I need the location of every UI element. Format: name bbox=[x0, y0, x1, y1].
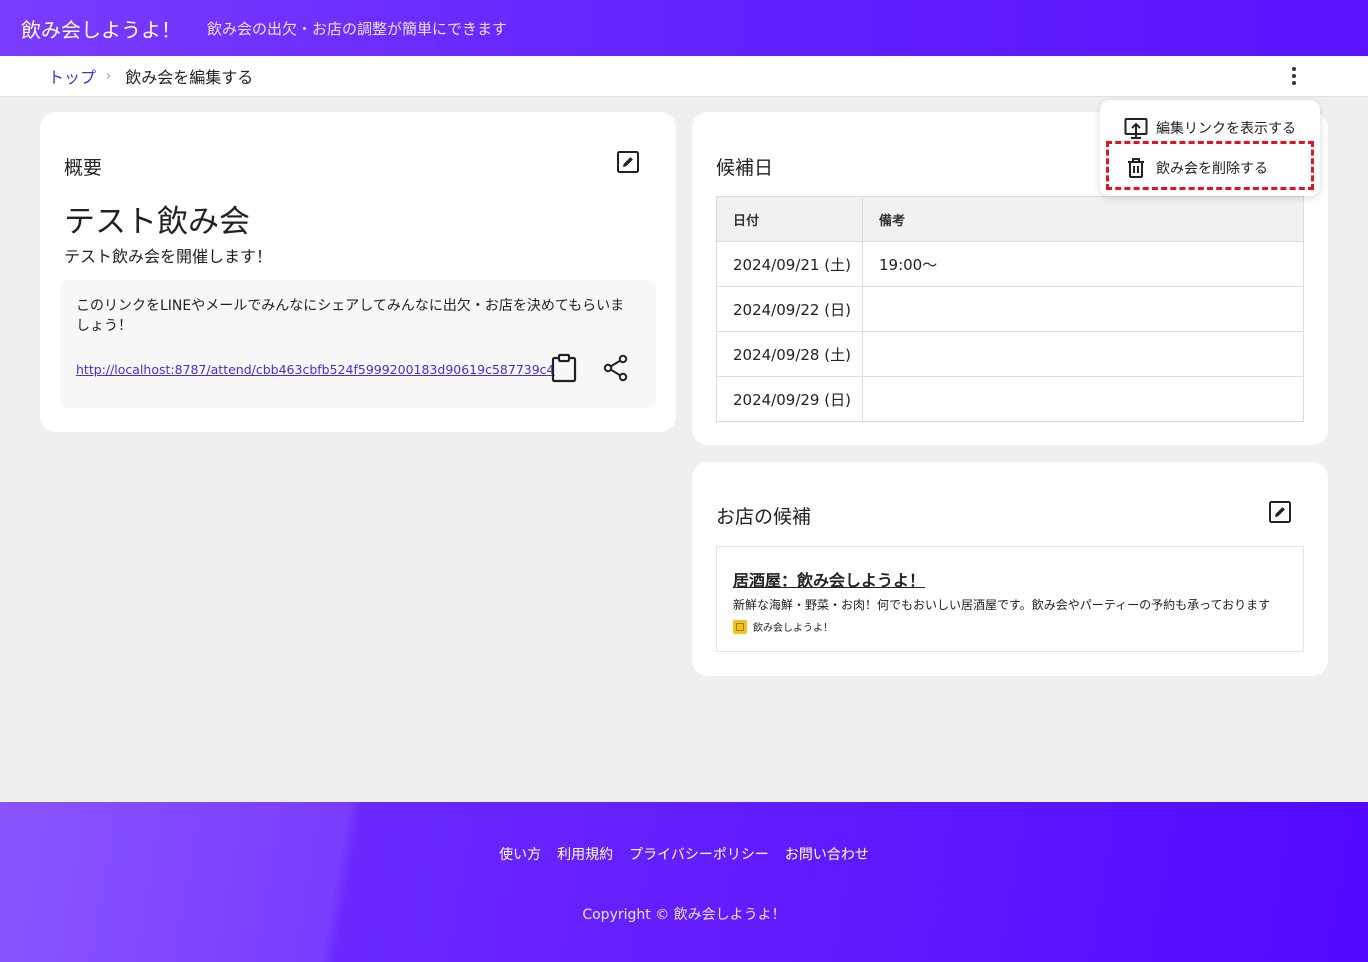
dates-title: 候補日 bbox=[716, 157, 774, 179]
table-header-row: 日付 備考 bbox=[716, 196, 1304, 242]
date-cell: 2024/09/28 (土) bbox=[716, 331, 863, 377]
app-tagline: 飲み会の出欠・お店の調整が簡単にできます bbox=[207, 19, 508, 38]
table-row: 2024/09/28 (土) bbox=[716, 331, 1304, 377]
note-cell bbox=[862, 376, 1304, 422]
breadcrumb-separator: › bbox=[106, 68, 112, 84]
dates-table: 日付 備考 2024/09/21 (土) 19:00～ 2024/09/22 (… bbox=[716, 196, 1304, 422]
note-cell bbox=[862, 286, 1304, 332]
date-cell: 2024/09/29 (日) bbox=[716, 376, 863, 422]
note-cell bbox=[862, 331, 1304, 377]
table-row: 2024/09/22 (日) bbox=[716, 286, 1304, 332]
share-icon bbox=[603, 354, 628, 382]
footer-link-contact[interactable]: お問い合わせ bbox=[785, 844, 869, 864]
app-title[interactable]: 飲み会しようよ！ bbox=[21, 14, 181, 43]
footer: 使い方 利用規約 プライバシーポリシー お問い合わせ Copyright © 飲… bbox=[0, 802, 1368, 962]
overview-title: 概要 bbox=[64, 157, 103, 179]
shop-name-link[interactable]: 居酒屋：飲み会しようよ！ bbox=[733, 567, 925, 591]
note-cell: 19:00～ bbox=[862, 241, 1304, 287]
present-link-icon bbox=[1124, 116, 1148, 140]
edit-shops-button[interactable] bbox=[1267, 499, 1293, 525]
menu-item-show-edit-link[interactable]: 編集リンクを表示する bbox=[1124, 114, 1296, 142]
trash-icon bbox=[1124, 156, 1148, 180]
footer-link-terms[interactable]: 利用規約 bbox=[557, 844, 613, 864]
shop-source: 飲み会しようよ！ bbox=[733, 619, 833, 634]
edit-overview-button[interactable] bbox=[615, 149, 641, 175]
share-button[interactable] bbox=[602, 354, 630, 382]
table-row: 2024/09/21 (土) 19:00～ bbox=[716, 241, 1304, 287]
clipboard-icon bbox=[551, 353, 577, 383]
share-url-link[interactable]: http://localhost:8787/attend/cbb463cbfb5… bbox=[76, 362, 555, 377]
shops-card: お店の候補 居酒屋：飲み会しようよ！ 新鮮な海鮮・野菜・お肉！何でもおいしい居酒… bbox=[692, 462, 1328, 676]
shop-item: 居酒屋：飲み会しようよ！ 新鮮な海鮮・野菜・お肉！何でもおいしい居酒屋です。飲み… bbox=[716, 546, 1304, 652]
copyright: Copyright © 飲み会しようよ！ bbox=[582, 907, 786, 923]
source-site-icon bbox=[733, 619, 747, 634]
table-row: 2024/09/29 (日) bbox=[716, 376, 1304, 422]
share-message: このリンクをLINEやメールでみんなにシェアしてみんなに出欠・お店を決めてもらい… bbox=[76, 298, 625, 334]
breadcrumb: トップ › 飲み会を編集する bbox=[0, 56, 1368, 97]
date-cell: 2024/09/21 (土) bbox=[716, 241, 863, 287]
breadcrumb-top-link[interactable]: トップ bbox=[48, 64, 96, 88]
menu-item-label: 飲み会を削除する bbox=[1156, 161, 1268, 177]
breadcrumb-current: 飲み会を編集する bbox=[125, 68, 254, 87]
app-header: 飲み会しようよ！ 飲み会の出欠・お店の調整が簡単にできます bbox=[0, 0, 1368, 56]
menu-item-delete-event[interactable]: 飲み会を削除する bbox=[1124, 154, 1268, 182]
options-menu: 編集リンクを表示する 飲み会を削除する bbox=[1100, 100, 1320, 196]
copy-link-button[interactable] bbox=[550, 353, 578, 383]
event-description: テスト飲み会を開催します！ bbox=[64, 247, 273, 266]
menu-item-label: 編集リンクを表示する bbox=[1156, 121, 1296, 137]
edit-icon bbox=[617, 151, 639, 173]
edit-icon bbox=[1269, 501, 1291, 523]
shops-title: お店の候補 bbox=[716, 506, 812, 528]
event-name: テスト飲み会 bbox=[64, 204, 250, 240]
shop-description: 新鮮な海鮮・野菜・お肉！何でもおいしい居酒屋です。飲み会やパーティーの予約も承っ… bbox=[733, 598, 1271, 612]
overview-card: 概要 テスト飲み会 テスト飲み会を開催します！ このリンクをLINEやメールでみ… bbox=[40, 112, 676, 432]
shop-source-label: 飲み会しようよ！ bbox=[753, 623, 833, 634]
footer-link-privacy[interactable]: プライバシーポリシー bbox=[629, 844, 769, 864]
date-cell: 2024/09/22 (日) bbox=[716, 286, 863, 332]
footer-links: 使い方 利用規約 プライバシーポリシー お問い合わせ bbox=[0, 844, 1368, 864]
column-header-note: 備考 bbox=[862, 196, 1304, 242]
share-box: このリンクをLINEやメールでみんなにシェアしてみんなに出欠・お店を決めてもらい… bbox=[60, 280, 656, 408]
more-vert-icon[interactable] bbox=[1282, 64, 1306, 88]
footer-link-howto[interactable]: 使い方 bbox=[499, 844, 541, 864]
column-header-date: 日付 bbox=[716, 196, 863, 242]
